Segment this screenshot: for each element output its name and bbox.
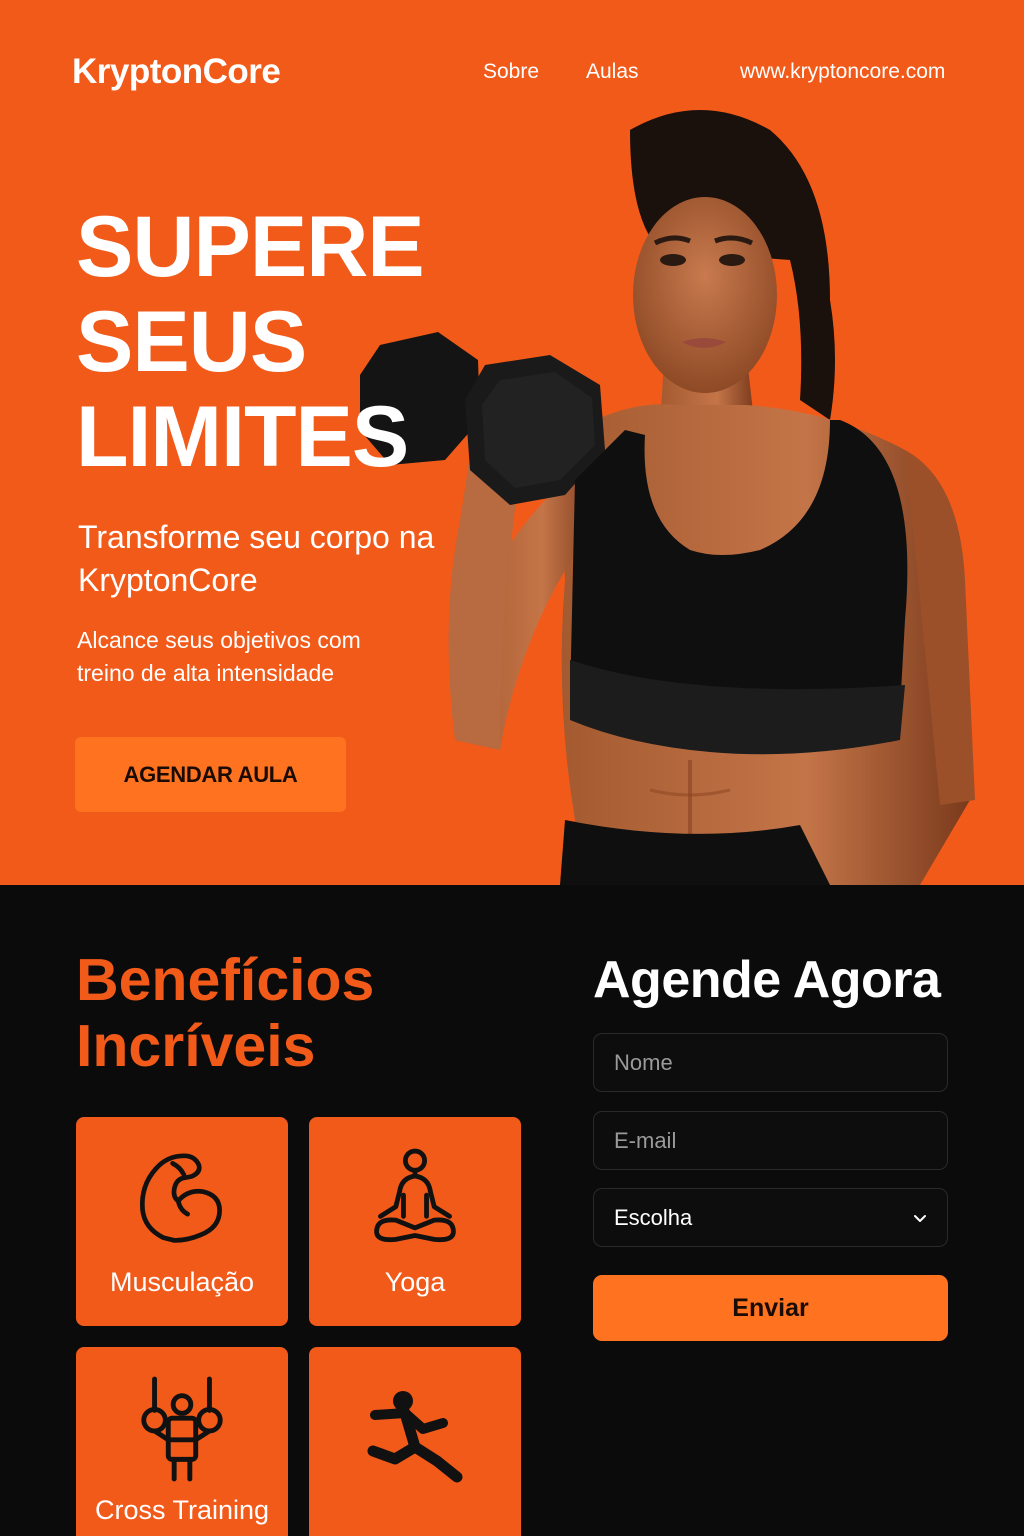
headline-line: LIMITES bbox=[76, 389, 409, 485]
nav-link-aulas[interactable]: Aulas bbox=[586, 60, 639, 84]
benefits-title: Benefícios Incríveis bbox=[76, 947, 374, 1079]
benefits-title-line: Benefícios bbox=[76, 947, 375, 1013]
benefit-card-label: Musculação bbox=[109, 1267, 255, 1297]
gymnastic-rings-icon bbox=[141, 1376, 223, 1482]
headline-line: SEUS bbox=[76, 294, 307, 390]
running-figure-icon bbox=[367, 1391, 463, 1483]
benefit-card-running[interactable] bbox=[309, 1347, 521, 1536]
nav-link-sobre[interactable]: Sobre bbox=[483, 60, 539, 84]
hero-headline: SUPERE SEUS LIMITES bbox=[76, 199, 425, 485]
site-url[interactable]: www.kryptoncore.com bbox=[740, 60, 945, 84]
email-field[interactable] bbox=[593, 1111, 948, 1170]
headline-line: SUPERE bbox=[76, 199, 425, 295]
name-field[interactable] bbox=[593, 1033, 948, 1092]
class-select-value: Escolha bbox=[614, 1204, 693, 1230]
lower-section: Benefícios Incríveis Musculação Yoga Cro… bbox=[0, 885, 1024, 1536]
benefit-card-label: Cross Training bbox=[94, 1495, 270, 1525]
benefit-card-cross-training[interactable]: Cross Training bbox=[76, 1347, 288, 1536]
submit-button[interactable]: Enviar bbox=[593, 1275, 948, 1341]
athlete-photo bbox=[360, 110, 975, 885]
flexed-arm-icon bbox=[139, 1153, 222, 1243]
meditation-pose-icon bbox=[374, 1148, 456, 1243]
hero-tagline: Alcance seus objetivos com treino de alt… bbox=[77, 627, 361, 686]
schedule-class-button[interactable]: AGENDAR AULA bbox=[75, 737, 346, 812]
benefit-card-musculacao[interactable]: Musculação bbox=[76, 1117, 288, 1326]
brand-logo[interactable]: KryptonCore bbox=[72, 52, 281, 92]
chevron-down-icon bbox=[914, 1214, 926, 1222]
benefit-card-yoga[interactable]: Yoga bbox=[309, 1117, 521, 1326]
hero-section: KryptonCore Sobre Aulas www.kryptoncore.… bbox=[0, 0, 1024, 885]
benefit-card-label: Yoga bbox=[384, 1267, 446, 1297]
hero-subhead: Transforme seu corpo na KryptonCore bbox=[78, 519, 435, 598]
class-select[interactable]: Escolha bbox=[593, 1188, 948, 1247]
benefits-title-line: Incríveis bbox=[76, 1013, 316, 1079]
booking-form-title: Agende Agora bbox=[593, 951, 941, 1009]
